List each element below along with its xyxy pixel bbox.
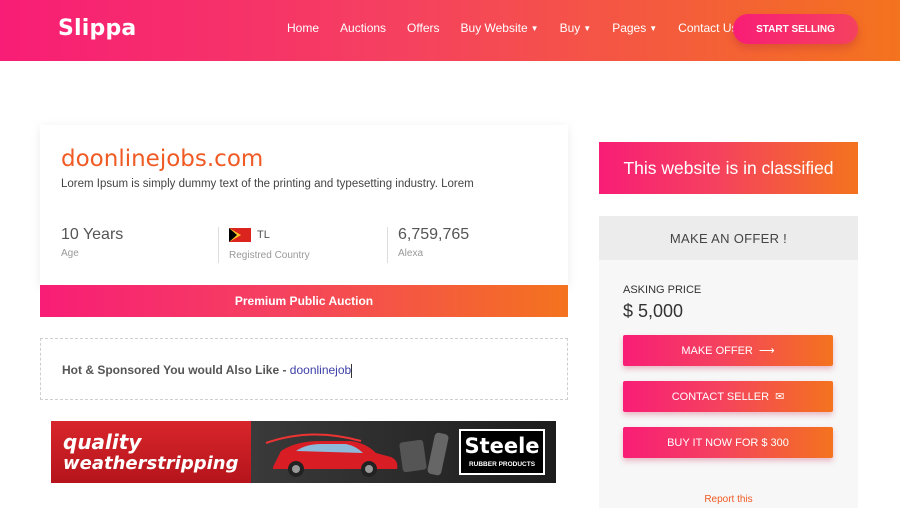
chevron-down-icon: ▼ — [583, 23, 592, 33]
nav-contact-us[interactable]: Contact Us — [678, 21, 737, 35]
site-logo[interactable]: Slippa — [58, 16, 136, 41]
ad-headline-1: quality — [63, 430, 142, 454]
contact-seller-label: CONTACT SELLER — [671, 390, 770, 403]
nav-auctions-label: Auctions — [340, 21, 387, 35]
alexa-value: 6,759,765 — [398, 226, 470, 243]
make-offer-label: MAKE OFFER — [681, 344, 753, 357]
nav-offers-label: Offers — [407, 21, 440, 35]
nav-offers[interactable]: Offers — [407, 21, 439, 35]
chevron-down-icon: ▼ — [649, 23, 658, 33]
stat-country: TL Registred Country — [229, 226, 310, 261]
domain-description: Lorem Ipsum is simply dummy text of the … — [61, 178, 474, 190]
sponsored-box: Hot & Sponsored You would Also Like - do… — [40, 338, 568, 400]
main-nav: Home Auctions Offers Buy Website ▼ Buy ▼ P… — [287, 21, 759, 35]
stat-alexa: 6,759,765 Alexa — [398, 226, 469, 259]
nav-pages-label: Pages — [612, 21, 647, 35]
start-selling-button[interactable]: START SELLING — [733, 14, 858, 44]
nav-contact-us-label: Contact Us — [678, 21, 738, 35]
nav-auctions[interactable]: Auctions — [340, 21, 386, 35]
envelope-icon: ✉ — [775, 391, 785, 403]
nav-buy-label: Buy — [559, 21, 581, 35]
ad-headline-2: weatherstripping — [63, 453, 239, 474]
country-value: TL — [229, 226, 310, 246]
stat-divider — [387, 227, 388, 263]
ad-brand-name: Steele — [464, 434, 540, 458]
stat-age: 10 Years Age — [61, 226, 123, 259]
text-caret — [351, 363, 353, 378]
contact-seller-button[interactable]: CONTACT SELLER ✉ — [623, 381, 833, 412]
sponsored-link[interactable]: doonlinejob — [290, 363, 351, 377]
offer-panel: MAKE AN OFFER ! ASKING PRICE $ 5,000 MAK… — [599, 216, 858, 508]
offer-panel-title: MAKE AN OFFER ! — [599, 216, 858, 260]
nav-home-label: Home — [287, 21, 320, 35]
ad-brand-logo: Steele RUBBER PRODUCTS — [459, 429, 545, 475]
sponsored-label: Hot & Sponsored You would Also Like - — [62, 363, 290, 377]
nav-buy-website-label: Buy Website — [460, 21, 528, 35]
sponsored-text: Hot & Sponsored You would Also Like - do… — [62, 363, 353, 378]
nav-pages[interactable]: Pages ▼ — [612, 21, 657, 35]
ad-brand-sub: RUBBER PRODUCTS — [468, 461, 536, 468]
domain-title: doonlinejobs.com — [61, 146, 264, 172]
country-code: TL — [257, 228, 270, 241]
asking-price-label: ASKING PRICE — [623, 284, 702, 296]
arrow-right-icon: ⟶ — [758, 345, 775, 357]
report-link[interactable]: Report this — [599, 494, 858, 505]
asking-price-value: $ 5,000 — [623, 301, 684, 321]
make-offer-button[interactable]: MAKE OFFER ⟶ — [623, 335, 833, 366]
country-label: Registred Country — [229, 250, 310, 261]
age-value: 10 Years — [61, 226, 124, 243]
top-header: Slippa Home Auctions Offers Buy Website ▼… — [0, 0, 900, 61]
domain-card: doonlinejobs.com Lorem Ipsum is simply d… — [40, 125, 568, 285]
alexa-label: Alexa — [398, 248, 424, 259]
nav-home[interactable]: Home — [287, 21, 319, 35]
premium-auction-bar[interactable]: Premium Public Auction — [40, 285, 568, 317]
flag-icon — [229, 227, 251, 242]
chevron-down-icon: ▼ — [530, 23, 539, 33]
classified-banner: This website is in classified — [599, 142, 858, 194]
buy-now-button[interactable]: BUY IT NOW FOR $ 300 — [623, 427, 833, 458]
nav-buy-website[interactable]: Buy Website ▼ — [461, 21, 539, 35]
banner-ad[interactable]: quality weatherstripping Steele RUBBER P… — [51, 421, 556, 483]
nav-buy[interactable]: Buy ▼ — [560, 21, 592, 35]
age-label: Age — [61, 248, 79, 259]
buy-now-label: BUY IT NOW FOR $ 300 — [667, 436, 789, 449]
stat-divider — [218, 227, 219, 263]
